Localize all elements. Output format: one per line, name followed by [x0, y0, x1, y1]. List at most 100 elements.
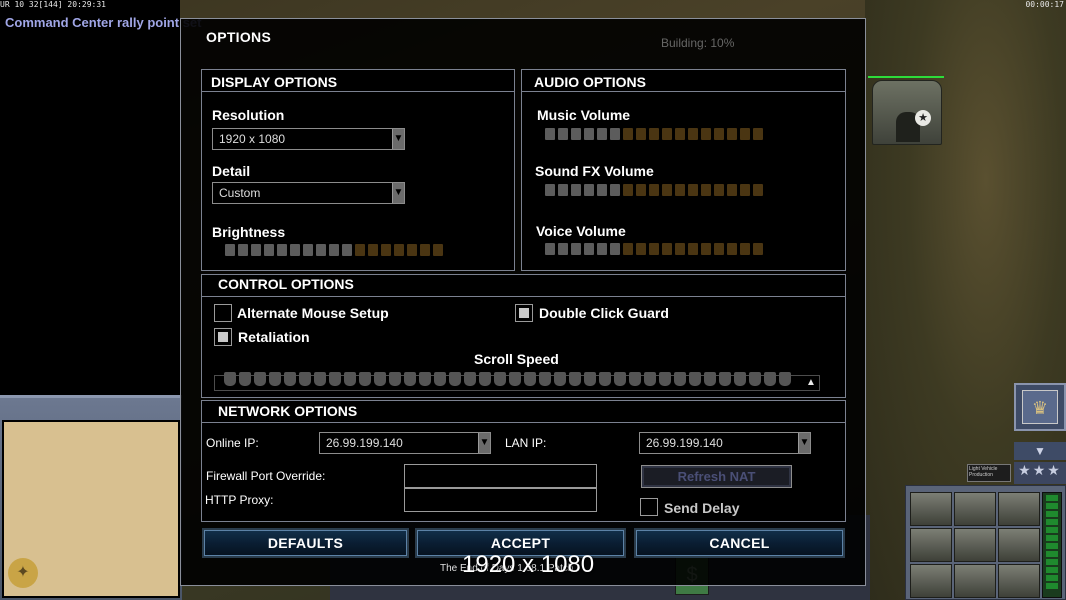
scroll-speed-segment[interactable] [494, 372, 506, 386]
slider-segment-off[interactable] [649, 128, 659, 140]
scroll-speed-segment[interactable] [434, 372, 446, 386]
unit-slot[interactable] [998, 492, 1040, 526]
scroll-speed-segment[interactable] [539, 372, 551, 386]
scroll-speed-segment[interactable] [254, 372, 266, 386]
scroll-speed-segment[interactable] [554, 372, 566, 386]
scroll-speed-segment[interactable] [734, 372, 746, 386]
slider-segment-on[interactable] [316, 244, 326, 256]
slider-segment-on[interactable] [584, 243, 594, 255]
slider-segment-off[interactable] [714, 184, 724, 196]
scroll-speed-segment[interactable] [599, 372, 611, 386]
slider-segment-off[interactable] [623, 128, 633, 140]
scroll-speed-segment[interactable] [479, 372, 491, 386]
scroll-speed-segment[interactable] [269, 372, 281, 386]
slider-segment-off[interactable] [675, 184, 685, 196]
slider-segment-on[interactable] [342, 244, 352, 256]
slider-segment-on[interactable] [597, 243, 607, 255]
send-delay-checkbox[interactable] [640, 498, 658, 516]
scroll-speed-segment[interactable] [719, 372, 731, 386]
slider-segment-off[interactable] [623, 243, 633, 255]
slider-segment-off[interactable] [753, 184, 763, 196]
scroll-speed-segment[interactable] [344, 372, 356, 386]
slider-segment-off[interactable] [688, 243, 698, 255]
unit-slot[interactable] [998, 564, 1040, 598]
slider-segment-off[interactable] [662, 184, 672, 196]
scroll-speed-segment[interactable] [659, 372, 671, 386]
scroll-speed-segment[interactable] [239, 372, 251, 386]
slider-segment-off[interactable] [636, 184, 646, 196]
scroll-speed-segment[interactable] [674, 372, 686, 386]
chevron-down-icon[interactable] [392, 129, 404, 149]
slider-segment-off[interactable] [433, 244, 443, 256]
slider-segment-on[interactable] [610, 184, 620, 196]
scroll-speed-segment[interactable] [584, 372, 596, 386]
scroll-speed-segment[interactable] [779, 372, 791, 386]
unit-slot[interactable] [954, 492, 996, 526]
slider-segment-on[interactable] [277, 244, 287, 256]
scroll-speed-segment[interactable] [449, 372, 461, 386]
scroll-speed-segment[interactable] [284, 372, 296, 386]
slider-segment-off[interactable] [753, 243, 763, 255]
slider-segment-on[interactable] [558, 184, 568, 196]
chevron-down-icon[interactable] [798, 433, 810, 453]
defaults-button[interactable]: DEFAULTS [202, 528, 409, 558]
general-portrait-icon[interactable]: ♛ [1022, 390, 1058, 424]
cancel-button[interactable]: CANCEL [634, 528, 845, 558]
slider-segment-off[interactable] [688, 128, 698, 140]
slider-segment-off[interactable] [368, 244, 378, 256]
scroll-speed-segment[interactable] [749, 372, 761, 386]
scroll-speed-segment[interactable] [764, 372, 776, 386]
unit-slot[interactable] [910, 564, 952, 598]
slider-segment-off[interactable] [636, 243, 646, 255]
slider-segment-on[interactable] [545, 243, 555, 255]
brightness-slider[interactable] [225, 244, 443, 256]
slider-segment-off[interactable] [727, 243, 737, 255]
slider-segment-off[interactable] [727, 184, 737, 196]
scroll-speed-segment[interactable] [524, 372, 536, 386]
slider-segment-on[interactable] [610, 243, 620, 255]
scroll-speed-segment[interactable] [614, 372, 626, 386]
scroll-speed-segment[interactable] [464, 372, 476, 386]
scroll-speed-segment[interactable] [404, 372, 416, 386]
scroll-speed-segment[interactable] [644, 372, 656, 386]
slider-segment-off[interactable] [740, 243, 750, 255]
chevron-down-icon[interactable]: ▼ [1014, 442, 1066, 460]
slider-segment-off[interactable] [662, 243, 672, 255]
resolution-dropdown[interactable]: 1920 x 1080 [212, 128, 405, 150]
slider-segment-on[interactable] [597, 184, 607, 196]
slider-segment-off[interactable] [407, 244, 417, 256]
chevron-down-icon[interactable] [478, 433, 490, 453]
slider-segment-off[interactable] [623, 184, 633, 196]
scroll-speed-segment[interactable] [419, 372, 431, 386]
slider-segment-off[interactable] [701, 243, 711, 255]
slider-segment-on[interactable] [303, 244, 313, 256]
chevron-down-icon[interactable] [392, 183, 404, 203]
sfx-volume-slider[interactable] [545, 184, 763, 196]
slider-segment-on[interactable] [597, 128, 607, 140]
slider-segment-on[interactable] [571, 243, 581, 255]
scroll-speed-segment[interactable] [359, 372, 371, 386]
slider-segment-off[interactable] [636, 128, 646, 140]
slider-segment-off[interactable] [662, 128, 672, 140]
slider-segment-off[interactable] [649, 243, 659, 255]
scroll-speed-slider[interactable] [224, 372, 791, 386]
slider-segment-off[interactable] [753, 128, 763, 140]
slider-segment-off[interactable] [714, 243, 724, 255]
scroll-speed-segment[interactable] [374, 372, 386, 386]
firewall-port-input[interactable] [404, 464, 597, 488]
voice-volume-slider[interactable] [545, 243, 763, 255]
slider-segment-on[interactable] [264, 244, 274, 256]
scroll-speed-segment[interactable] [704, 372, 716, 386]
unit-slot[interactable] [910, 492, 952, 526]
music-volume-slider[interactable] [545, 128, 763, 140]
http-proxy-input[interactable] [404, 488, 597, 512]
slider-segment-on[interactable] [545, 184, 555, 196]
double-click-guard-checkbox[interactable] [515, 304, 533, 322]
slider-segment-off[interactable] [675, 243, 685, 255]
detail-dropdown[interactable]: Custom [212, 182, 405, 204]
slider-segment-on[interactable] [584, 128, 594, 140]
unit-slot[interactable] [910, 528, 952, 562]
scroll-speed-segment[interactable] [329, 372, 341, 386]
slider-segment-on[interactable] [584, 184, 594, 196]
slider-segment-off[interactable] [701, 128, 711, 140]
